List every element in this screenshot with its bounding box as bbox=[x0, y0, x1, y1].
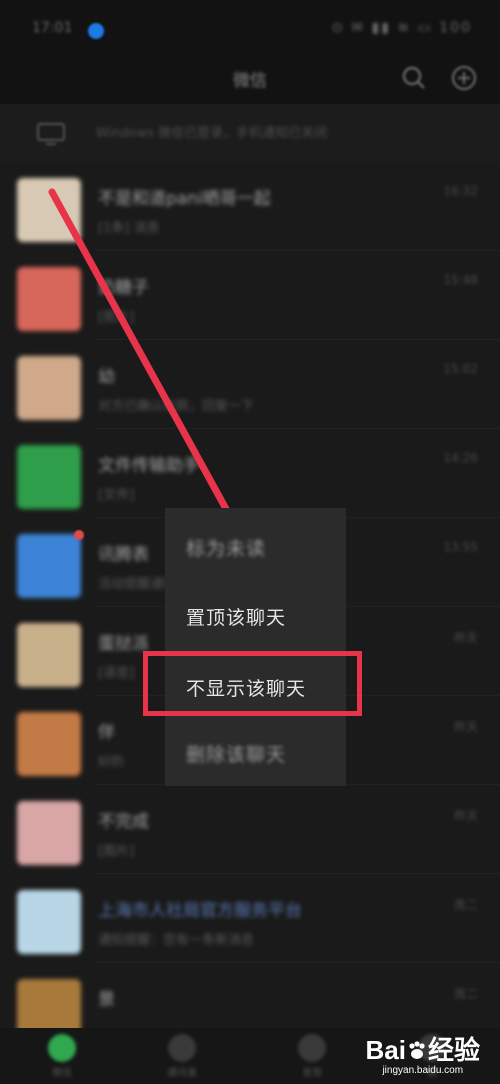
chat-time: 昨天 bbox=[453, 809, 478, 823]
tab-0[interactable]: 微信 bbox=[32, 1032, 92, 1082]
status-bar: 17:01 ⊙ ✉ ▮▮ ≋ ▭ 100 bbox=[0, 0, 500, 60]
chat-list-item[interactable]: 不完成 [图片] 昨天 bbox=[0, 785, 500, 874]
chat-name: 景 bbox=[98, 990, 115, 1010]
chat-name: 讯腾表 bbox=[98, 545, 149, 565]
search-icon[interactable] bbox=[400, 64, 428, 92]
chat-name: 不完成 bbox=[98, 812, 149, 832]
annotation-highlight-box bbox=[143, 651, 362, 716]
unread-badge bbox=[74, 530, 84, 540]
chat-list-item[interactable]: 不是和道pani晒哥一起 [1条] 消息 16:32 bbox=[0, 162, 500, 251]
chat-preview: [图片] bbox=[98, 310, 135, 325]
menu-item-mark-unread[interactable]: 标为未读 bbox=[165, 514, 346, 578]
menu-item-label: 置顶该聊天 bbox=[186, 607, 287, 629]
menu-item-delete-chat[interactable]: 删除该聊天 bbox=[165, 720, 346, 784]
avatar bbox=[17, 445, 81, 509]
chat-time: 13:55 bbox=[443, 540, 478, 554]
watermark-url: jingyan.baidu.com bbox=[382, 1065, 464, 1076]
menu-item-pin-chat[interactable]: 置顶该聊天 bbox=[165, 583, 346, 647]
app-header: 微信 bbox=[0, 60, 500, 104]
chat-name: 文件传输助手 bbox=[98, 456, 200, 476]
chat-preview: 对方已确认收款，回复一下 bbox=[98, 399, 255, 414]
status-indicators: ⊙ ✉ ▮▮ ≋ ▭ 100 bbox=[331, 20, 472, 36]
chat-time: 15:48 bbox=[443, 273, 478, 287]
chat-list-item[interactable]: 文件传输助手 [文件] 14:26 bbox=[0, 429, 500, 518]
avatar bbox=[17, 356, 81, 420]
status-time: 17:01 bbox=[32, 20, 73, 36]
chat-time: 周二 bbox=[453, 987, 478, 1001]
chat-name: 奶糖子 bbox=[98, 278, 149, 298]
avatar bbox=[17, 534, 81, 598]
avatar bbox=[17, 178, 81, 242]
chat-time: 15:02 bbox=[443, 362, 478, 376]
wechat-screen: 17:01 ⊙ ✉ ▮▮ ≋ ▭ 100 微信 Windows 微信已登录，手机… bbox=[0, 0, 500, 1084]
chat-list-item[interactable]: 奶糖子 [图片] 15:48 bbox=[0, 251, 500, 340]
chat-name: 上海市人社局官方服务平台 bbox=[98, 901, 302, 921]
menu-item-label: 标为未读 bbox=[186, 538, 267, 560]
monitor-icon bbox=[37, 123, 65, 145]
chat-preview: [1条] 消息 bbox=[98, 221, 160, 236]
chat-preview: 通知提醒：您有一条新消息 bbox=[98, 933, 255, 948]
avatar bbox=[17, 623, 81, 687]
chat-time: 16:32 bbox=[443, 184, 478, 198]
chat-list-item[interactable]: 幼对方已确认收款，回复一下 15:02 bbox=[0, 340, 500, 429]
tab-label: 微信 bbox=[52, 1068, 72, 1079]
chat-time: 昨天 bbox=[453, 720, 478, 734]
avatar bbox=[17, 890, 81, 954]
add-circle-icon[interactable] bbox=[450, 64, 478, 92]
chat-preview: [图片] bbox=[98, 844, 135, 859]
avatar bbox=[17, 801, 81, 865]
chat-time: 14:26 bbox=[443, 451, 478, 465]
chat-name: 幼 bbox=[98, 367, 115, 387]
avatar bbox=[17, 267, 81, 331]
chat-time: 昨天 bbox=[453, 631, 478, 645]
context-menu: 标为未读 置顶该聊天 不显示该聊天 删除该聊天 bbox=[165, 508, 346, 786]
chat-preview: 好的 bbox=[98, 755, 125, 770]
tab-label: 通讯录 bbox=[167, 1068, 197, 1079]
chat-list-item[interactable]: 景 周二 bbox=[0, 963, 500, 1032]
chat-list-item[interactable]: 上海市人社局官方服务平台通知提醒：您有一条新消息 周二 bbox=[0, 874, 500, 963]
chat-time: 周二 bbox=[453, 898, 478, 912]
notice-text: Windows 微信已登录，手机通知已关闭 bbox=[96, 126, 328, 141]
tab-1[interactable]: 通讯录 bbox=[152, 1032, 212, 1082]
chat-preview: [语音] bbox=[98, 666, 135, 681]
watermark-logo: Bai 经验 bbox=[365, 1035, 480, 1065]
avatar bbox=[17, 712, 81, 776]
menu-item-label: 删除该聊天 bbox=[186, 744, 287, 766]
chat-preview: [文件] bbox=[98, 488, 135, 503]
notification-dot-icon bbox=[88, 23, 104, 39]
tab-icon bbox=[168, 1034, 196, 1062]
tab-label: 发现 bbox=[302, 1068, 322, 1079]
tab-icon bbox=[298, 1034, 326, 1062]
chat-name: 不是和道pani晒哥一起 bbox=[98, 189, 271, 209]
tab-2[interactable]: 发现 bbox=[282, 1032, 342, 1082]
chat-name: 蛋挞派 bbox=[98, 634, 149, 654]
tab-icon bbox=[48, 1034, 76, 1062]
paw-icon bbox=[409, 1041, 425, 1059]
chat-name: 伴 bbox=[98, 723, 115, 743]
baidu-jingyan-watermark: Bai 经验 jingyan.baidu.com bbox=[366, 1030, 480, 1076]
windows-login-notice[interactable]: Windows 微信已登录，手机通知已关闭 bbox=[0, 104, 500, 162]
avatar bbox=[17, 979, 81, 1032]
